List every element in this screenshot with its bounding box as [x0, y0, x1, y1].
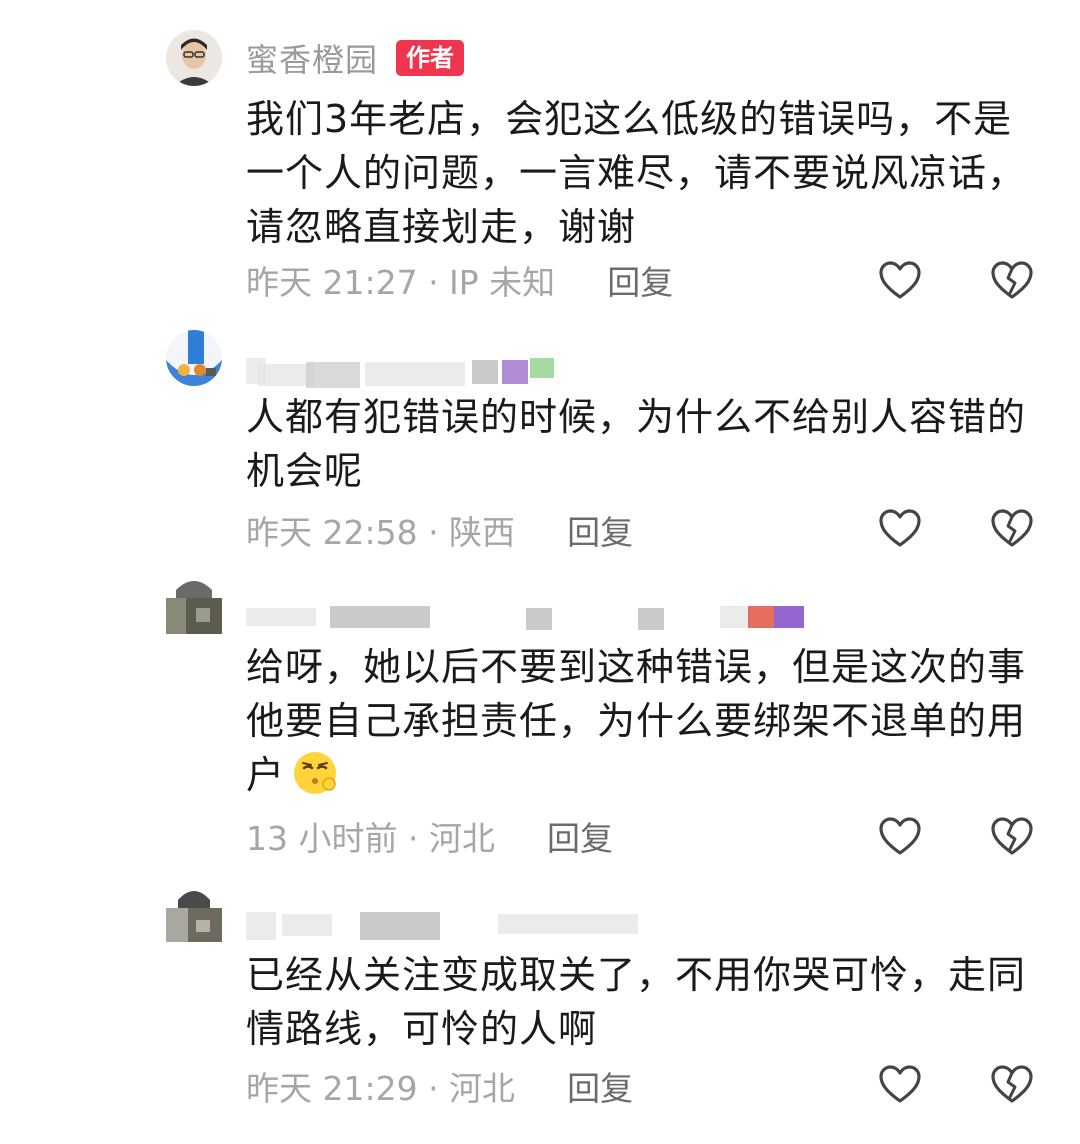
avatar[interactable]	[166, 578, 222, 634]
username[interactable]: 蜜香橙园	[246, 35, 378, 81]
reply-button[interactable]: 回复	[567, 506, 633, 554]
reply-button[interactable]: 回复	[547, 812, 613, 860]
reply-button[interactable]: 回复	[607, 256, 673, 304]
broken-heart-icon[interactable]	[990, 1064, 1034, 1104]
heart-outline-icon[interactable]	[878, 1064, 922, 1104]
comment-meta: 昨天 22:58 · 陕西 回复	[246, 506, 633, 554]
comment-text: 已经从关注变成取关了，不用你哭可怜，走同情路线，可怜的人啊	[246, 953, 1027, 1051]
comment-meta: 昨天 21:27 · IP 未知 回复	[246, 256, 673, 304]
comment-header: 蜜香橙园 作者	[246, 34, 465, 82]
avatar[interactable]	[166, 330, 222, 386]
broken-heart-icon[interactable]	[990, 508, 1034, 548]
comment-text-body: 给呀，她以后不要到这种错误，但是这次的事他要自己承担责任，为什么要绑架不退单的用…	[246, 645, 1027, 797]
comment-text: 人都有犯错误的时候，为什么不给别人容错的机会呢	[246, 395, 1027, 493]
timestamp-location: 昨天 21:27 · IP 未知	[246, 263, 556, 302]
timestamp-location: 昨天 21:29 · 河北	[246, 1069, 516, 1108]
avatar[interactable]	[166, 886, 222, 942]
reply-button[interactable]: 回复	[567, 1062, 633, 1110]
pouting-face-emoji	[294, 752, 337, 794]
timestamp-location: 13 小时前 · 河北	[246, 819, 495, 858]
comment-text: 我们3年老店，会犯这么低级的错误吗，不是一个人的问题，一言难尽，请不要说风凉话，…	[246, 97, 1027, 249]
comment-meta: 昨天 21:29 · 河北 回复	[246, 1062, 633, 1110]
comment-text: 给呀，她以后不要到这种错误，但是这次的事他要自己承担责任，为什么要绑架不退单的用…	[246, 640, 1036, 802]
broken-heart-icon[interactable]	[990, 260, 1034, 300]
timestamp-location: 昨天 22:58 · 陕西	[246, 513, 516, 552]
comment-meta: 13 小时前 · 河北 回复	[246, 812, 613, 860]
heart-outline-icon[interactable]	[878, 816, 922, 856]
avatar[interactable]	[166, 30, 222, 86]
heart-outline-icon[interactable]	[878, 508, 922, 548]
heart-outline-icon[interactable]	[878, 260, 922, 300]
author-badge: 作者	[396, 40, 465, 76]
broken-heart-icon[interactable]	[990, 816, 1034, 856]
